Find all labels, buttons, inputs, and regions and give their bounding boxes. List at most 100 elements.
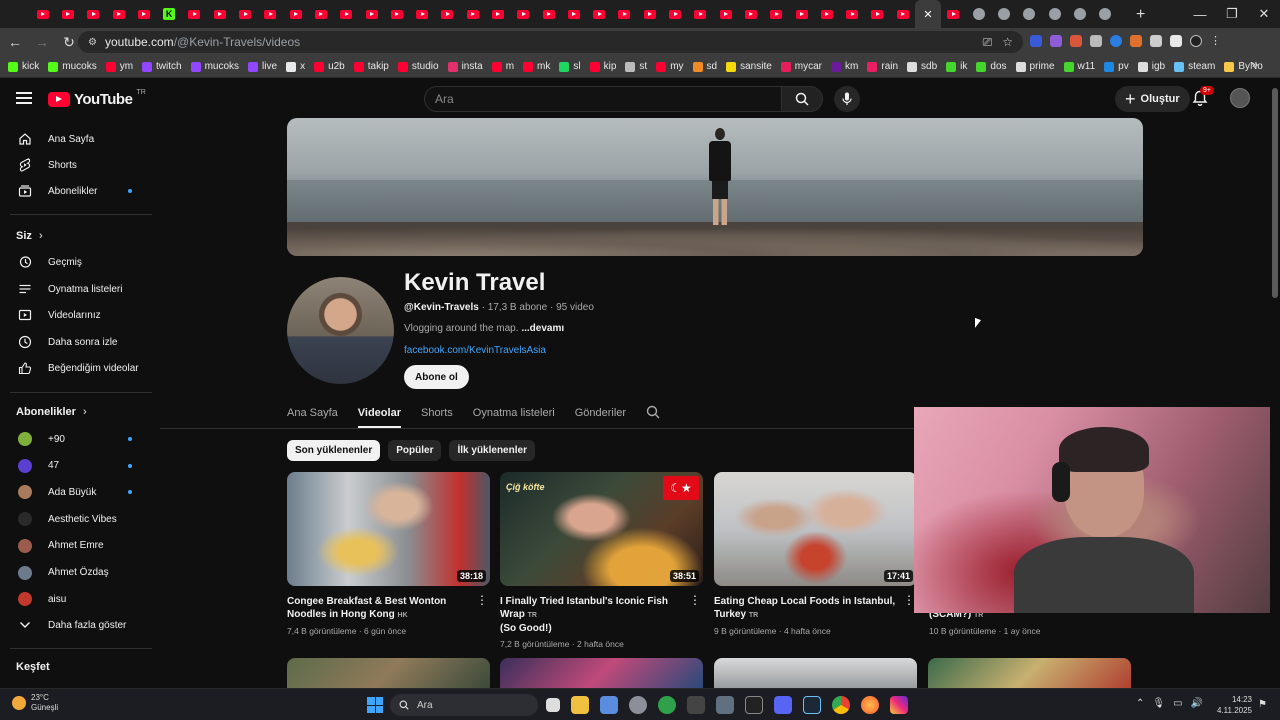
forward-button[interactable]: →	[30, 30, 54, 54]
browser-tab[interactable]	[764, 0, 789, 28]
extension-icon[interactable]	[1130, 35, 1142, 47]
browser-tab[interactable]	[30, 0, 55, 28]
video-card[interactable]: Çiğ köfte ☾★ 38:51 I Finally Tried Istan…	[500, 472, 703, 649]
browser-tab[interactable]	[1017, 0, 1042, 28]
bookmark-item[interactable]: twitch	[142, 61, 182, 72]
task-view-icon[interactable]	[546, 698, 560, 712]
channel-search-button[interactable]	[646, 400, 660, 428]
chrome-icon[interactable]	[832, 696, 850, 714]
channel-link[interactable]: facebook.com/KevinTravelsAsia	[404, 345, 546, 356]
browser-tab-active[interactable]: ✕	[915, 0, 941, 28]
menu-icon[interactable]	[16, 92, 32, 104]
video-title[interactable]: Congee Breakfast & Best Wonton Noodles i…	[287, 595, 477, 622]
bookmark-item[interactable]: insta	[447, 61, 483, 72]
browser-tab[interactable]	[1042, 0, 1067, 28]
account-avatar[interactable]	[1230, 88, 1250, 108]
bookmark-item[interactable]: rain	[867, 61, 898, 72]
browser-tab[interactable]	[941, 0, 966, 28]
browser-tab[interactable]	[460, 0, 485, 28]
new-tab-button[interactable]: +	[1136, 6, 1145, 24]
video-thumbnail[interactable]: Çiğ köfte ☾★ 38:51	[500, 472, 703, 586]
browser-tab[interactable]	[106, 0, 131, 28]
extension-icon[interactable]	[1070, 35, 1082, 47]
firefox-icon[interactable]	[861, 696, 879, 714]
sidebar-section-subscriptions[interactable]: Abonelikler ›	[16, 406, 87, 418]
tab-shorts[interactable]: Shorts	[421, 400, 453, 428]
browser-tab[interactable]	[384, 0, 409, 28]
instagram-icon[interactable]	[890, 696, 908, 714]
page-scrollbar[interactable]	[1270, 78, 1280, 688]
bookmark-item[interactable]: mucoks	[48, 61, 97, 72]
browser-tab[interactable]	[308, 0, 333, 28]
system-clock[interactable]: 14:23 4.11.2025	[1196, 694, 1252, 716]
browser-tab[interactable]	[435, 0, 460, 28]
weather-widget[interactable]: 23°C Güneşli	[12, 693, 58, 713]
extension-icon[interactable]	[1030, 35, 1042, 47]
app-icon[interactable]	[716, 696, 734, 714]
channel-avatar[interactable]	[287, 277, 394, 384]
bookmark-item[interactable]: steam	[1174, 61, 1215, 72]
chip-oldest[interactable]: İlk yüklenenler	[449, 440, 535, 461]
bookmark-item[interactable]: ym	[105, 61, 133, 72]
install-app-icon[interactable]: ⎚	[983, 35, 993, 50]
browser-tab[interactable]	[662, 0, 687, 28]
sidebar-subscription-item[interactable]: Ahmet Özdaş	[0, 560, 152, 586]
youtube-logo[interactable]: YouTube TR	[48, 89, 146, 108]
sidebar-subscription-item[interactable]: aisu	[0, 586, 152, 612]
browser-tab[interactable]	[738, 0, 763, 28]
browser-tab[interactable]	[688, 0, 713, 28]
browser-tab[interactable]	[258, 0, 283, 28]
sidebar-subscription-item[interactable]: Aesthetic Vibes	[0, 506, 152, 532]
bookmark-item[interactable]: m	[491, 61, 514, 72]
video-title[interactable]: Eating Cheap Local Foods in Istanbul, Tu…	[714, 595, 904, 622]
network-icon[interactable]: ▭	[1173, 698, 1182, 709]
chevron-up-icon[interactable]: ⌃	[1136, 698, 1144, 709]
bookmark-item[interactable]: mk	[523, 61, 550, 72]
extension-icon[interactable]	[1110, 35, 1122, 47]
browser-tab[interactable]	[612, 0, 637, 28]
tab-playlists[interactable]: Oynatma listeleri	[473, 400, 555, 428]
browser-tab[interactable]	[283, 0, 308, 28]
sidebar-subscription-item[interactable]: 47	[0, 453, 152, 479]
tab-home[interactable]: Ana Sayfa	[287, 400, 338, 428]
bookmark-item[interactable]: sdb	[907, 61, 937, 72]
browser-tab[interactable]	[865, 0, 890, 28]
video-thumbnail[interactable]	[287, 658, 490, 688]
bookmark-item[interactable]: pv	[1104, 61, 1129, 72]
windows-start-icon[interactable]	[367, 697, 383, 713]
bookmark-item[interactable]: mucoks	[190, 61, 239, 72]
sidebar-item-history[interactable]: Geçmiş	[0, 249, 152, 275]
video-card[interactable]: 38:18 Congee Breakfast & Best Wonton Noo…	[287, 472, 490, 636]
browser-tab[interactable]	[789, 0, 814, 28]
bookmark-item[interactable]: w11	[1063, 61, 1095, 72]
browser-tab[interactable]	[637, 0, 662, 28]
back-button[interactable]: ←	[3, 30, 27, 54]
description-more[interactable]: ...devamı	[521, 323, 564, 334]
minimize-button[interactable]: —	[1184, 0, 1216, 28]
tab-posts[interactable]: Gönderiler	[575, 400, 626, 428]
chip-latest[interactable]: Son yüklenenler	[287, 440, 381, 461]
scrollbar-thumb[interactable]	[1272, 88, 1278, 298]
bookmark-item[interactable]: sd	[692, 61, 717, 72]
bookmark-item[interactable]: igb	[1137, 61, 1165, 72]
notifications-button[interactable]: 9+	[1192, 86, 1214, 112]
voice-search-button[interactable]	[834, 86, 860, 112]
search-button[interactable]	[781, 86, 823, 112]
bookmark-item[interactable]: sl	[559, 61, 581, 72]
bookmark-item[interactable]: studio	[397, 61, 439, 72]
browser-tab[interactable]	[587, 0, 612, 28]
browser-tab[interactable]	[81, 0, 106, 28]
bookmark-item[interactable]: u2b	[314, 61, 345, 72]
browser-tab[interactable]	[1067, 0, 1092, 28]
browser-tab[interactable]	[1092, 0, 1117, 28]
sidebar-section-you[interactable]: Siz ›	[16, 230, 43, 242]
sidebar-item-your-videos[interactable]: Videolarınız	[0, 302, 152, 328]
browser-tab[interactable]	[814, 0, 839, 28]
show-more-button[interactable]: Daha fazla göster	[0, 612, 152, 638]
video-title[interactable]: I Finally Tried Istanbul's Iconic Fish W…	[500, 595, 690, 635]
browser-tab[interactable]	[232, 0, 257, 28]
extension-icon[interactable]	[1050, 35, 1062, 47]
bookmark-star-icon[interactable]: ☆	[1002, 35, 1013, 50]
microphone-icon[interactable]: 🎙	[1152, 698, 1165, 709]
browser-tab[interactable]	[511, 0, 536, 28]
